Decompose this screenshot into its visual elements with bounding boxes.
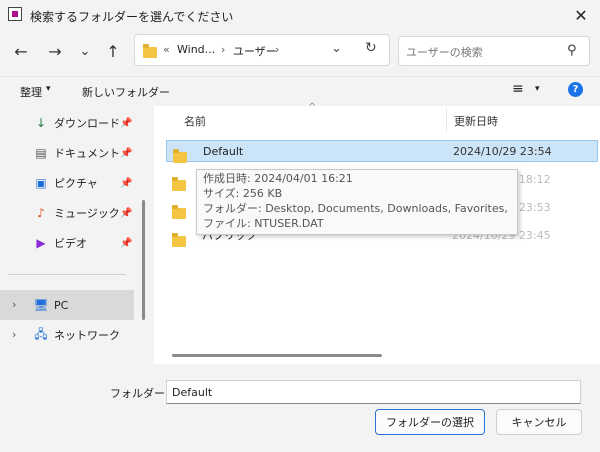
- up-button[interactable]: ↑: [100, 38, 126, 64]
- folder-icon: [172, 232, 186, 247]
- expand-chevron-icon[interactable]: ›: [12, 298, 16, 311]
- sidebar-item-pictures[interactable]: ▣ ピクチャ 📌: [0, 168, 134, 198]
- search-input[interactable]: ユーザーの検索: [406, 44, 483, 60]
- refresh-button[interactable]: ↻: [365, 40, 377, 56]
- network-icon: 🖧: [34, 326, 48, 341]
- sidebar-divider: [8, 274, 126, 275]
- sidebar-item-label: PC: [54, 298, 69, 312]
- sidebar-item-music[interactable]: ♪ ミュージック 📌: [0, 198, 134, 228]
- pin-icon: 📌: [120, 207, 133, 219]
- back-button[interactable]: ←: [8, 38, 34, 64]
- sidebar-item-pc[interactable]: › 🖥 PC: [0, 290, 134, 320]
- dialog-footer: [0, 364, 600, 452]
- file-name: Default: [203, 144, 244, 158]
- picture-icon: ▣: [35, 176, 47, 190]
- video-icon: ▶: [36, 236, 46, 250]
- folder-field-label: フォルダー:: [110, 387, 169, 400]
- sort-indicator-icon: ^: [308, 102, 317, 113]
- file-row-default[interactable]: Default 2024/10/29 23:54: [166, 140, 598, 163]
- forward-button[interactable]: →: [42, 38, 68, 64]
- sidebar-scrollbar[interactable]: [142, 200, 145, 320]
- breadcrumb-separator[interactable]: ›: [221, 43, 225, 56]
- sidebar-item-label: ネットワーク: [54, 329, 120, 342]
- folder-name-input[interactable]: Default: [166, 380, 581, 404]
- column-divider[interactable]: [446, 108, 447, 132]
- sidebar-item-network[interactable]: › 🖧 ネットワーク: [0, 320, 134, 350]
- breadcrumb-users[interactable]: ユーザー: [233, 43, 277, 59]
- close-button[interactable]: ✕: [566, 2, 596, 28]
- folder-icon: [172, 204, 186, 219]
- organize-caret-icon[interactable]: ▾: [46, 84, 51, 94]
- sidebar-item-label: ダウンロード: [54, 117, 120, 130]
- folder-icon: [172, 176, 186, 191]
- pin-icon: 📌: [120, 237, 133, 249]
- sidebar-item-label: ビデオ: [54, 237, 87, 250]
- music-icon: ♪: [37, 206, 45, 220]
- tooltip-size: サイズ: 256 KB: [203, 187, 283, 200]
- column-header-name[interactable]: 名前: [184, 113, 206, 139]
- tooltip-files: ファイル: NTUSER.DAT: [203, 217, 324, 230]
- folder-info-tooltip: 作成日時: 2024/04/01 16:21 サイズ: 256 KB フォルダー…: [196, 169, 518, 235]
- pin-icon: 📌: [120, 117, 133, 129]
- sidebar-item-videos[interactable]: ▶ ビデオ 📌: [0, 228, 134, 258]
- view-options-icon[interactable]: ≡: [512, 81, 524, 97]
- column-header-modified[interactable]: 更新日時: [454, 113, 498, 139]
- expand-chevron-icon[interactable]: ›: [12, 328, 16, 341]
- recent-locations-button[interactable]: ⌄: [72, 38, 98, 64]
- window-title: 検索するフォルダーを選んでください: [30, 10, 234, 24]
- tooltip-created: 作成日時: 2024/04/01 16:21: [203, 172, 353, 185]
- pin-icon: 📌: [120, 177, 133, 189]
- search-icon[interactable]: ⚲: [567, 43, 577, 58]
- tooltip-folders: フォルダー: Desktop, Documents, Downloads, Fa…: [203, 202, 511, 215]
- document-icon: ▤: [35, 146, 47, 160]
- computer-icon: 🖥: [33, 298, 49, 312]
- address-bar[interactable]: « Wind... › ユーザー › ⌄ ↻: [134, 34, 390, 66]
- sidebar-item-label: ミュージック: [54, 207, 120, 220]
- sidebar-item-documents[interactable]: ▤ ドキュメント 📌: [0, 138, 134, 168]
- breadcrumb-separator[interactable]: ›: [275, 43, 279, 56]
- new-folder-button[interactable]: 新しいフォルダー: [82, 84, 170, 100]
- sidebar-item-label: ピクチャ: [54, 177, 98, 190]
- help-button[interactable]: ?: [568, 82, 583, 97]
- sidebar-item-downloads[interactable]: ↓ ダウンロード 📌: [0, 108, 134, 138]
- download-icon: ↓: [35, 116, 47, 130]
- address-dropdown-button[interactable]: ⌄: [331, 41, 342, 56]
- folder-icon: [143, 44, 157, 58]
- horizontal-scrollbar[interactable]: [172, 354, 382, 357]
- breadcrumb-windows[interactable]: Wind...: [177, 43, 215, 56]
- select-folder-button[interactable]: フォルダーの選択: [375, 409, 485, 435]
- sidebar-item-label: ドキュメント: [54, 147, 120, 160]
- view-caret-icon[interactable]: ▾: [535, 84, 540, 94]
- pin-icon: 📌: [120, 147, 133, 159]
- file-date: 2024/10/29 23:54: [453, 144, 552, 158]
- app-icon: [8, 7, 22, 21]
- overflow-crumb[interactable]: «: [163, 43, 170, 56]
- organize-button[interactable]: 整理: [20, 84, 42, 100]
- search-box[interactable]: ユーザーの検索 ⚲: [398, 36, 590, 66]
- folder-icon: [173, 148, 187, 163]
- cancel-button[interactable]: キャンセル: [496, 409, 582, 435]
